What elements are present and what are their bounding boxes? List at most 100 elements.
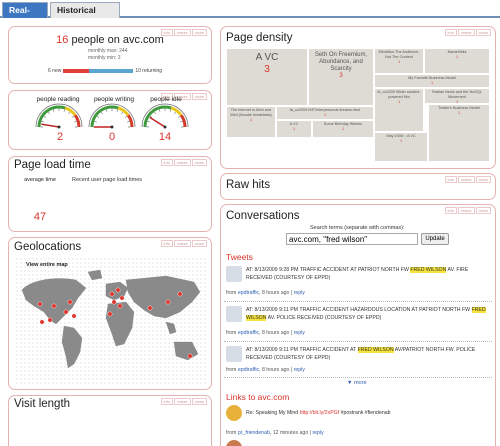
density-cell-count: 1	[249, 118, 253, 122]
link-reply[interactable]: reply	[312, 430, 323, 436]
panel-controls: info resize close	[160, 398, 207, 405]
map-pin[interactable]	[117, 303, 123, 309]
density-cell[interactable]: A VC 1	[276, 120, 312, 138]
recent-load-times-label: Recent user page load times	[72, 177, 143, 183]
close-button[interactable]: close	[191, 398, 207, 405]
density-cell-count: 1	[323, 113, 327, 117]
density-cell[interactable]: Radian News and the NoSQL Movement 1	[424, 88, 490, 104]
divider	[224, 301, 492, 302]
panel-controls: info resize close	[444, 176, 491, 183]
tweet-time: , 8 hours ago |	[259, 290, 294, 296]
map-pin[interactable]	[147, 305, 153, 311]
tweet-from: from	[226, 290, 237, 296]
link-text: Re: Speaking My Mind http://bit.ly/2xPGf…	[246, 409, 490, 417]
close-button[interactable]: close	[475, 176, 491, 183]
map-pin[interactable]	[115, 287, 121, 293]
resize-button[interactable]: resize	[173, 240, 191, 247]
map-pin[interactable]	[177, 291, 183, 297]
view-entire-map-link[interactable]: View entire map	[26, 262, 68, 268]
avatar	[226, 306, 242, 322]
map-pin[interactable]	[111, 299, 117, 305]
map-pin[interactable]	[109, 291, 115, 297]
geolocations-title: Geolocations	[14, 241, 82, 253]
link-user[interactable]: pr_friendenab	[238, 430, 270, 436]
density-cell[interactable]: My Favorite Business Model 1	[374, 74, 490, 88]
tweet-reply-link[interactable]: reply	[294, 330, 305, 336]
resize-button[interactable]: resize	[173, 398, 191, 405]
tweets-heading: Tweets	[226, 252, 253, 262]
divider	[224, 377, 492, 378]
density-cell[interactable]: MinisBus The Audience, Not The Content 1	[374, 48, 424, 74]
density-cell-title: The internet is Alive and Well (Noodle b…	[230, 108, 272, 117]
tweet-highlight: FRED WILSON	[357, 347, 394, 353]
density-cell[interactable]: Some Birthday Wishes 1	[312, 120, 374, 138]
link-url[interactable]: http://bit.ly/2xPGf	[300, 410, 340, 416]
tweet-user-link[interactable]: epdtraffic	[238, 330, 259, 336]
close-button[interactable]: close	[475, 207, 491, 214]
map-pin[interactable]	[47, 317, 53, 323]
resize-button[interactable]: resize	[457, 207, 475, 214]
tweet-user-link[interactable]: epdtraffic	[238, 367, 259, 373]
tweet-meta: from epdtraffic, 8 hours ago | reply	[226, 367, 305, 373]
info-button[interactable]: info	[160, 159, 173, 166]
density-cell-count: 1	[455, 55, 459, 59]
visit-length-title: Visit length	[14, 398, 71, 410]
close-button[interactable]: close	[475, 29, 491, 36]
map-pin[interactable]	[39, 319, 45, 325]
link-time: , 12 minutes ago |	[269, 430, 313, 436]
close-button[interactable]: close	[191, 240, 207, 247]
avatar	[226, 405, 242, 421]
density-cell-count: 1	[397, 60, 401, 64]
world-map[interactable]	[16, 258, 208, 384]
gauge-writing	[88, 103, 136, 129]
tweet-text: AT: 8/13/2009 9:11 PM TRAFFIC ACCIDENT A…	[246, 346, 490, 362]
density-cell[interactable]: NameHelia 1	[424, 48, 490, 74]
links-heading: Links to avc.com	[226, 392, 290, 402]
map-pin[interactable]	[119, 295, 125, 301]
search-terms-input[interactable]	[286, 233, 418, 245]
gauge-reading-value: 2	[56, 131, 64, 143]
gauge-reading	[35, 103, 83, 129]
map-pin[interactable]	[187, 353, 193, 359]
map-pin[interactable]	[165, 299, 171, 305]
tweet-user-link[interactable]: epdtraffic	[238, 290, 259, 296]
tweet-reply-link[interactable]: reply	[294, 367, 305, 373]
search-terms-label: Search terms (separate with commas):	[310, 225, 405, 231]
tweet-text: AT: 8/13/2009 9:11 PM TRAFFIC ACCIDENT H…	[246, 306, 490, 322]
info-button[interactable]: info	[160, 398, 173, 405]
density-cell-count: 1	[399, 139, 403, 143]
map-pin[interactable]	[107, 311, 113, 317]
density-cell[interactable]: fa_cc2009 MIT/Interpersonal.dreams.html 1	[276, 106, 374, 120]
resize-button[interactable]: resize	[457, 176, 475, 183]
map-pin[interactable]	[37, 301, 43, 307]
tweet-text: AT: 8/13/2009 9:28 PM TRAFFIC ACCIDENT A…	[246, 266, 490, 282]
update-button[interactable]: Update	[421, 233, 449, 245]
density-cell[interactable]: Twitter's Business Model 1	[428, 104, 490, 162]
panel-controls: info resize close	[160, 240, 207, 247]
info-button[interactable]: info	[444, 207, 457, 214]
tweet-highlight: FRED WILSON	[410, 267, 447, 273]
close-button[interactable]: close	[191, 159, 207, 166]
density-cell[interactable]: The internet is Alive and Well (Noodle b…	[226, 106, 276, 138]
density-cell-count: 1	[292, 127, 296, 131]
map-pin[interactable]	[51, 303, 57, 309]
avatar	[226, 346, 242, 362]
resize-button[interactable]: resize	[173, 159, 191, 166]
more-tweets-link[interactable]: ▼ more	[347, 380, 367, 386]
info-button[interactable]: info	[444, 29, 457, 36]
resize-button[interactable]: resize	[457, 29, 475, 36]
density-cell[interactable]: May 2008 :: A VC 1	[374, 132, 428, 162]
density-cell[interactable]: Seth On Freemium, Abundance, and Scarcit…	[308, 48, 374, 106]
gauge-needle	[149, 116, 166, 128]
map-pin[interactable]	[71, 313, 77, 319]
map-pin[interactable]	[63, 309, 69, 315]
info-button[interactable]: info	[444, 176, 457, 183]
link-meta: from pr_friendenab, 12 minutes ago | rep…	[226, 430, 324, 436]
tweet-from: from	[226, 330, 237, 336]
density-cell[interactable]: A VC 3	[226, 48, 308, 106]
map-pin[interactable]	[67, 299, 73, 305]
tweet-reply-link[interactable]: reply	[294, 290, 305, 296]
density-cell[interactable]: fa_cc2009 Wider student-powered film 1	[374, 88, 424, 132]
info-button[interactable]: info	[160, 240, 173, 247]
page-density-title: Page density	[226, 32, 293, 44]
